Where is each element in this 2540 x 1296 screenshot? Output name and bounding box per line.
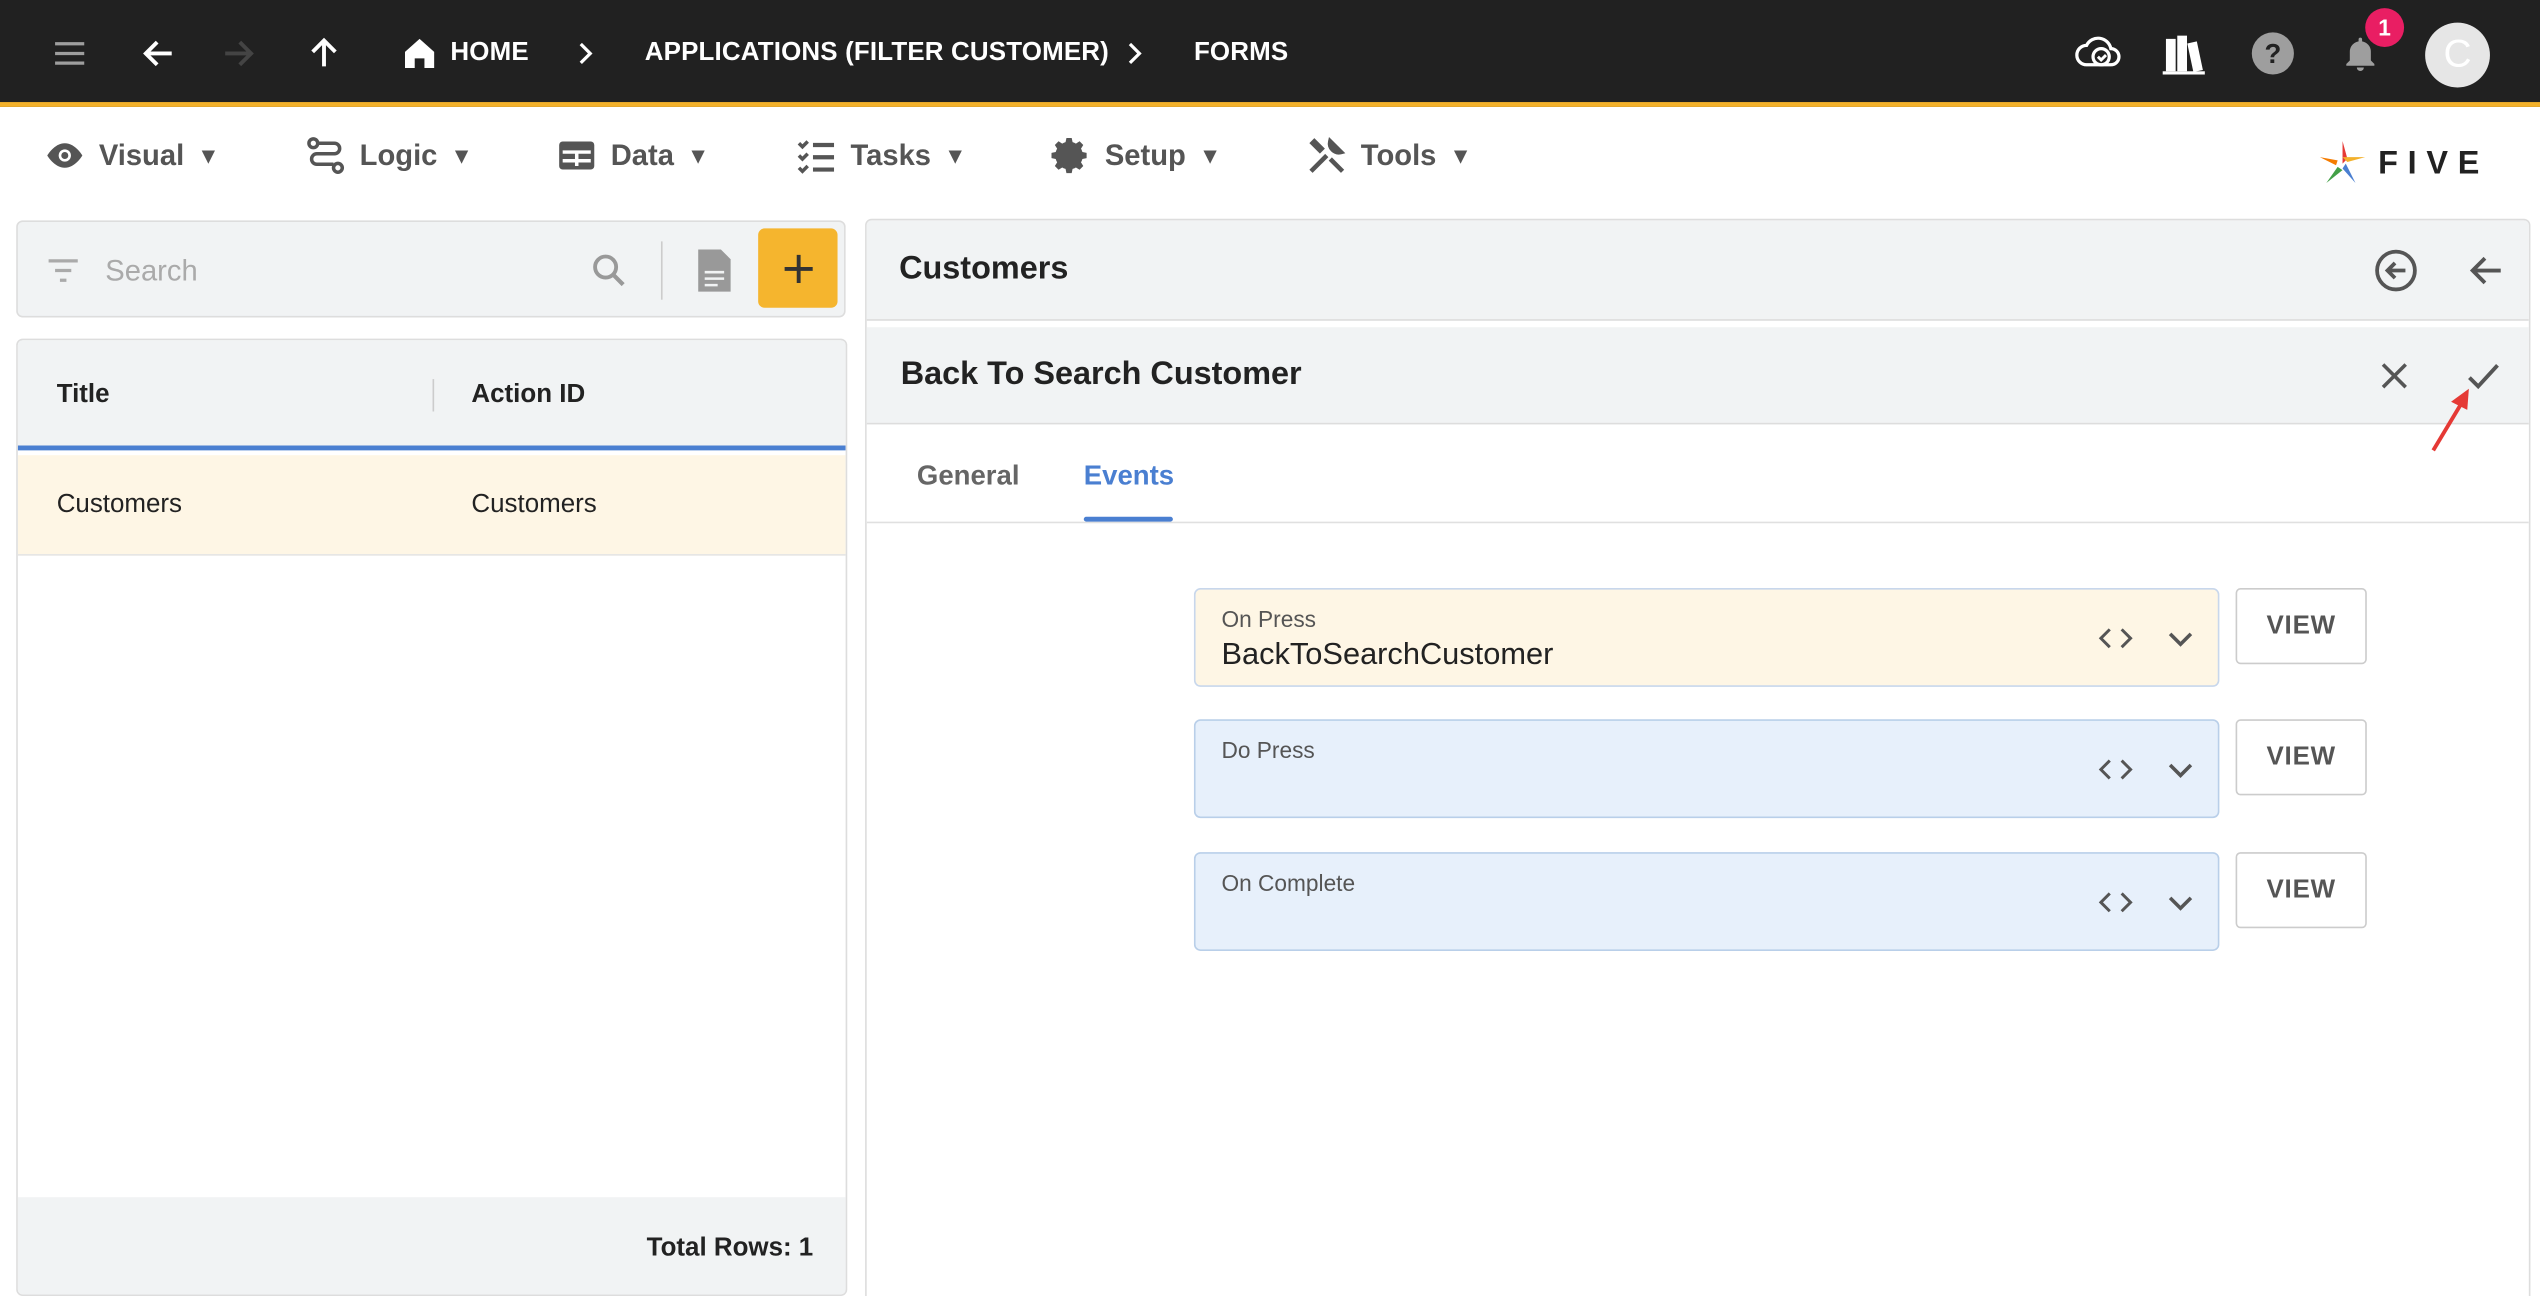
panel-title: Customers: [899, 251, 1069, 287]
menu-label: Tools: [1360, 138, 1437, 171]
caret-down-icon: ▼: [450, 142, 473, 169]
menu-visual[interactable]: Visual ▼: [44, 123, 220, 188]
breadcrumb-home[interactable]: HOME: [450, 39, 528, 68]
table-icon: [559, 141, 595, 170]
do-press-field[interactable]: Do Press: [1193, 719, 2220, 819]
notification-badge: 1: [2365, 8, 2405, 47]
column-header-title[interactable]: Title: [57, 381, 110, 410]
chevron-right-icon: [1106, 26, 1161, 81]
column-header-action-id[interactable]: Action ID: [471, 381, 585, 410]
gear-icon: [1051, 137, 1087, 174]
annotation-arrow-icon: [2431, 388, 2469, 452]
logic-flow-icon: [307, 137, 345, 174]
svg-text:?: ?: [2264, 38, 2281, 69]
plus-icon: [783, 254, 812, 283]
back-circle-icon[interactable]: [2373, 248, 2418, 293]
menu-tools[interactable]: Tools ▼: [1306, 123, 1472, 188]
chevron-down-icon[interactable]: [2163, 751, 2199, 787]
home-icon[interactable]: [392, 26, 447, 81]
five-logo: FIVE: [2317, 136, 2489, 191]
tab-events[interactable]: Events: [1084, 460, 1174, 492]
library-books-icon[interactable]: [2156, 26, 2211, 81]
chevron-down-icon[interactable]: [2163, 884, 2199, 920]
total-rows-count: Total Rows: 1: [646, 1234, 814, 1262]
menu-setup[interactable]: Setup ▼: [1050, 123, 1222, 188]
search-bar: [16, 220, 846, 318]
forward-arrow-icon: [211, 26, 266, 81]
panel-header: Customers: [866, 220, 2529, 321]
menu-bar: Visual ▼ Logic ▼ Data ▼ Tasks ▼ Setup ▼ …: [0, 107, 2540, 201]
form-title: Back To Search Customer: [900, 356, 1302, 393]
cloud-check-icon[interactable]: [2070, 26, 2125, 81]
filter-icon[interactable]: [44, 251, 83, 290]
field-label: Do Press: [1221, 737, 1315, 764]
active-tab-indicator: [1083, 516, 1173, 522]
menu-label: Data: [610, 138, 674, 171]
caret-down-icon: ▼: [686, 142, 710, 169]
document-icon[interactable]: [695, 246, 734, 295]
detail-panel: Customers Back To Search Customer Genera…: [865, 218, 2531, 1296]
checklist-icon: [797, 140, 835, 174]
form-header: Back To Search Customer: [866, 327, 2529, 425]
cell-action-id: Customers: [471, 490, 597, 519]
view-button[interactable]: VIEW: [2235, 719, 2367, 796]
breadcrumb-forms[interactable]: FORMS: [1194, 39, 1288, 68]
tab-general[interactable]: General: [917, 460, 1020, 492]
hamburger-menu-icon[interactable]: [42, 26, 97, 81]
back-arrow-icon[interactable]: [131, 26, 186, 81]
caret-down-icon: ▼: [943, 142, 967, 169]
menu-data[interactable]: Data ▼: [556, 123, 710, 188]
chevron-down-icon[interactable]: [2163, 620, 2199, 656]
close-icon[interactable]: [2375, 356, 2414, 395]
menu-tasks[interactable]: Tasks ▼: [795, 123, 966, 188]
code-icon[interactable]: [2098, 751, 2134, 787]
caret-down-icon: ▼: [1449, 142, 1472, 169]
table-row[interactable]: Customers Customers: [17, 455, 846, 556]
five-logo-mark-icon: [2319, 140, 2366, 184]
view-button[interactable]: VIEW: [2235, 852, 2367, 929]
on-press-field[interactable]: On Press BackToSearchCustomer: [1193, 588, 2220, 687]
table-footer: Total Rows: 1: [17, 1197, 846, 1295]
cell-title: Customers: [56, 490, 183, 519]
code-icon[interactable]: [2098, 884, 2134, 920]
tools-icon: [1309, 136, 1346, 173]
top-bar: HOME APPLICATIONS (FILTER CUSTOMER) FORM…: [0, 0, 2540, 107]
chevron-right-icon: [557, 26, 612, 81]
eye-icon: [47, 143, 83, 168]
back-arrow-icon[interactable]: [2466, 249, 2508, 291]
five-logo-text: FIVE: [2378, 144, 2490, 181]
field-label: On Press: [1221, 605, 1317, 632]
add-button[interactable]: [758, 228, 838, 308]
menu-label: Visual: [98, 138, 185, 171]
menu-label: Tasks: [850, 138, 932, 171]
table-header: Title Action ID: [17, 340, 846, 451]
up-arrow-icon[interactable]: [296, 26, 351, 81]
field-label: On Complete: [1221, 869, 1356, 896]
search-icon[interactable]: [588, 249, 630, 291]
caret-down-icon: ▼: [197, 142, 220, 169]
field-value: BackToSearchCustomer: [1221, 638, 1554, 673]
column-divider: [432, 379, 435, 412]
menu-label: Logic: [359, 138, 438, 171]
code-icon[interactable]: [2098, 620, 2134, 656]
breadcrumb-applications[interactable]: APPLICATIONS (FILTER CUSTOMER): [645, 39, 1109, 68]
divider: [660, 241, 663, 300]
view-button[interactable]: VIEW: [2235, 588, 2367, 665]
menu-logic[interactable]: Logic ▼: [305, 123, 473, 188]
menu-label: Setup: [1104, 138, 1186, 171]
avatar[interactable]: C: [2425, 22, 2490, 88]
help-icon[interactable]: ?: [2245, 26, 2300, 81]
search-input[interactable]: [105, 244, 576, 297]
records-table: Title Action ID Customers Customers Tota…: [16, 338, 848, 1296]
tab-bar: General Events: [866, 424, 2529, 524]
caret-down-icon: ▼: [1198, 142, 1222, 169]
on-complete-field[interactable]: On Complete: [1193, 852, 2220, 951]
